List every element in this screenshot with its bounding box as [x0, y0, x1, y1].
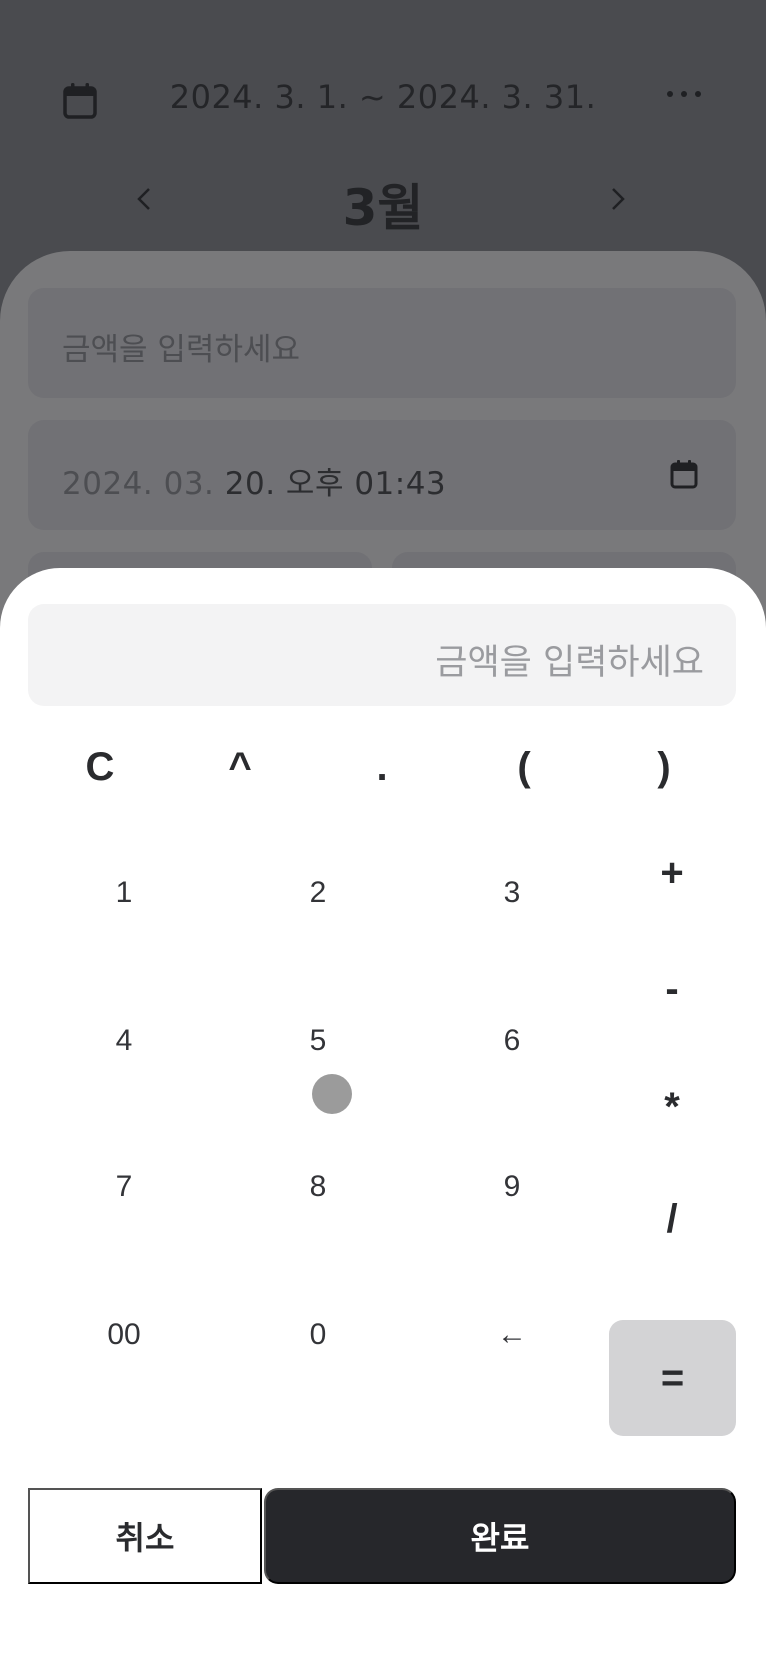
- chevron-right-icon[interactable]: [606, 184, 630, 214]
- month-selector: 3월: [0, 160, 766, 237]
- clear-key[interactable]: C: [50, 732, 150, 802]
- digit-9-key[interactable]: 9: [452, 1152, 572, 1222]
- backspace-key[interactable]: ←: [452, 1300, 572, 1370]
- digit-4-key[interactable]: 4: [64, 1006, 184, 1076]
- done-button[interactable]: 완료: [264, 1488, 736, 1584]
- background-datetime-field: 2024. 03. 20. 오후 01:43: [28, 420, 736, 530]
- touch-indicator: [312, 1074, 352, 1114]
- digit-2-key[interactable]: 2: [258, 858, 378, 928]
- datetime-date-part: 2024. 03.: [62, 466, 225, 502]
- digit-7-key[interactable]: 7: [64, 1152, 184, 1222]
- digit-1-key[interactable]: 1: [64, 858, 184, 928]
- decimal-key[interactable]: .: [332, 732, 432, 802]
- date-range-label[interactable]: 2024. 3. 1. ~ 2024. 3. 31.: [0, 78, 766, 116]
- plus-key[interactable]: +: [622, 838, 722, 908]
- digit-3-key[interactable]: 3: [452, 858, 572, 928]
- multiply-key[interactable]: *: [622, 1072, 722, 1142]
- double-zero-key[interactable]: 00: [64, 1300, 184, 1370]
- more-icon[interactable]: [664, 82, 704, 106]
- calendar-icon: [670, 460, 698, 489]
- background-amount-field: 금액을 입력하세요: [28, 288, 736, 398]
- open-paren-key[interactable]: (: [474, 732, 574, 802]
- datetime-rest-part: 20. 오후 01:43: [224, 466, 447, 502]
- equals-key[interactable]: =: [609, 1320, 736, 1436]
- display-placeholder: 금액을 입력하세요: [435, 643, 704, 683]
- amount-placeholder: 금액을 입력하세요: [62, 332, 301, 368]
- datetime-value: 2024. 03. 20. 오후 01:43: [62, 458, 446, 503]
- digit-0-key[interactable]: 0: [258, 1300, 378, 1370]
- calculator-sheet: 금액을 입력하세요 C ^ . ( ) 1 2 3 4 5 6 7 8 9 00…: [0, 568, 766, 1676]
- month-title: 3월: [342, 179, 424, 237]
- power-key[interactable]: ^: [190, 732, 290, 802]
- minus-key[interactable]: -: [622, 954, 722, 1024]
- amount-display[interactable]: 금액을 입력하세요: [28, 604, 736, 706]
- digit-8-key[interactable]: 8: [258, 1152, 378, 1222]
- digit-5-key[interactable]: 5: [258, 1006, 378, 1076]
- divide-key[interactable]: /: [622, 1184, 722, 1254]
- digit-6-key[interactable]: 6: [452, 1006, 572, 1076]
- close-paren-key[interactable]: ): [614, 732, 714, 802]
- background-header: 2024. 3. 1. ~ 2024. 3. 31. 3월: [0, 0, 766, 270]
- cancel-button[interactable]: 취소: [28, 1488, 262, 1584]
